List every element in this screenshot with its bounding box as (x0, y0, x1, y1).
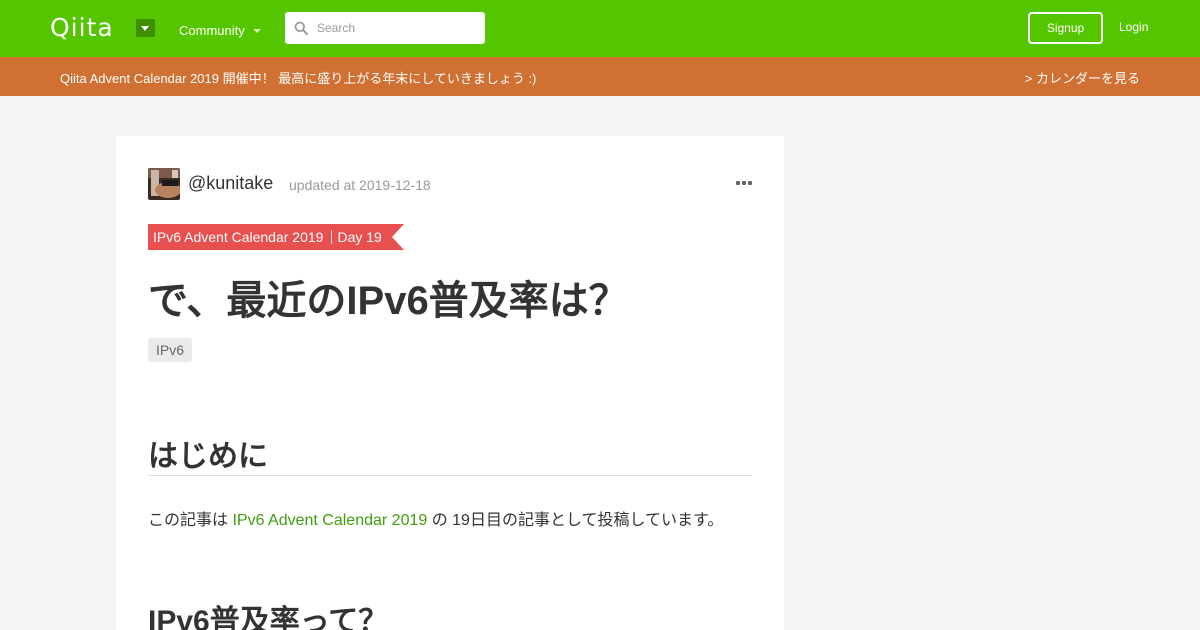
article-card: @kunitake updated at 2019-12-18 IPv6 Adv… (116, 136, 784, 630)
chevron-down-icon (252, 29, 261, 33)
qiita-logo[interactable]: Qiita (50, 14, 114, 42)
section-heading-intro: はじめに (148, 440, 268, 473)
intro-text-before: この記事は (148, 512, 233, 529)
author-name[interactable]: @kunitake (188, 173, 273, 194)
more-dot (736, 181, 740, 185)
ribbon-tail (391, 224, 404, 250)
ribbon-body[interactable]: IPv6 Advent Calendar 2019 Day 19 (148, 224, 392, 250)
more-dot (748, 181, 752, 185)
section-heading-ipv6-rate: IPv6普及率って？ (148, 605, 389, 630)
community-menu[interactable]: Community (179, 21, 261, 39)
advent-calendar-link[interactable]: IPv6 Advent Calendar 2019 (232, 512, 427, 529)
calendar-name[interactable]: IPv6 Advent Calendar 2019 (153, 229, 323, 245)
calendar-day[interactable]: Day 19 (337, 229, 381, 245)
banner-text[interactable]: Qiita Advent Calendar 2019 開催中！ 最高に盛り上がる… (60, 68, 536, 87)
calendar-link[interactable]: > カレンダーを見る (1025, 68, 1140, 87)
search-input[interactable] (317, 12, 477, 44)
logo-dropdown-button[interactable] (136, 19, 155, 37)
avatar[interactable] (148, 168, 180, 200)
more-options-icon[interactable] (736, 181, 752, 187)
more-dot (742, 181, 746, 185)
heading-divider (148, 475, 752, 476)
global-header: Qiita Community Signup Login (0, 0, 1200, 57)
logo-text[interactable]: Qiita (50, 14, 114, 42)
signup-button[interactable]: Signup (1028, 12, 1103, 44)
login-link[interactable]: Login (1119, 20, 1148, 34)
search-icon (294, 21, 308, 35)
advent-banner: Qiita Advent Calendar 2019 開催中！ 最高に盛り上がる… (0, 57, 1200, 96)
search-box[interactable] (285, 12, 485, 44)
tag-ipv6[interactable]: IPv6 (148, 338, 193, 362)
article-title: で、最近のIPv6普及率は？ (148, 279, 629, 323)
ribbon-divider (331, 230, 333, 244)
community-label[interactable]: Community (179, 23, 245, 38)
avatar-image[interactable] (148, 168, 180, 200)
intro-paragraph: この記事は IPv6 Advent Calendar 2019 の 19日目の記… (148, 506, 723, 530)
updated-date: updated at 2019-12-18 (289, 177, 431, 193)
intro-text-after: の 19日目の記事として投稿しています。 (427, 512, 724, 529)
advent-calendar-ribbon[interactable]: IPv6 Advent Calendar 2019 Day 19 (148, 224, 404, 250)
